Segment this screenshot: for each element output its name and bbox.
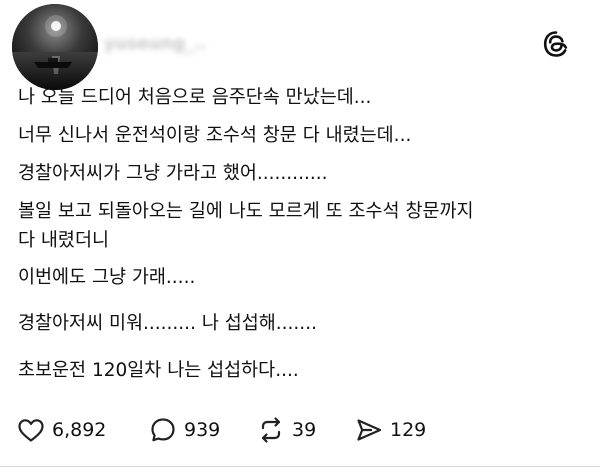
repost-button[interactable]: 39 (256, 412, 316, 448)
comment-count: 939 (184, 419, 221, 441)
action-bar: 6,892 939 39 129 (16, 412, 576, 448)
post-line: 다 내렸더니 (18, 230, 109, 251)
send-icon (354, 415, 384, 445)
share-button[interactable]: 129 (354, 412, 426, 448)
avatar-image (12, 4, 98, 90)
post-line: 초보운전 120일차 나는 섭섭하다.... (18, 360, 299, 381)
divider (0, 466, 600, 467)
comment-button[interactable]: 939 (148, 412, 220, 448)
post-line: 너무 신나서 운전석이랑 조수석 창문 다 내렸는데... (18, 125, 412, 146)
repost-icon (256, 415, 286, 445)
heart-icon (16, 415, 46, 445)
threads-post: yuseung_.. 나 오늘 드디어 처음으로 음주단속 만났는데... 너무… (0, 0, 600, 473)
like-count: 6,892 (52, 419, 107, 441)
post-line: 경찰아저씨가 그냥 가라고 했어............ (18, 163, 328, 184)
share-count: 129 (390, 419, 427, 441)
threads-logo-icon[interactable] (540, 28, 572, 60)
post-line: 볼일 보고 되돌아오는 길에 나도 모르게 또 조수석 창문까지 (18, 201, 474, 222)
post-line: 경찰아저씨 미워......... 나 섭섭해....... (18, 313, 317, 334)
like-button[interactable]: 6,892 (16, 412, 106, 448)
comment-bubble-icon (148, 415, 178, 445)
avatar[interactable] (12, 4, 98, 90)
post-line: 나 오늘 드디어 처음으로 음주단속 만났는데... (18, 87, 372, 108)
username[interactable]: yuseung_.. (104, 34, 207, 56)
repost-count: 39 (292, 419, 317, 441)
post-line: 이번에도 그냥 가래..... (18, 267, 196, 288)
